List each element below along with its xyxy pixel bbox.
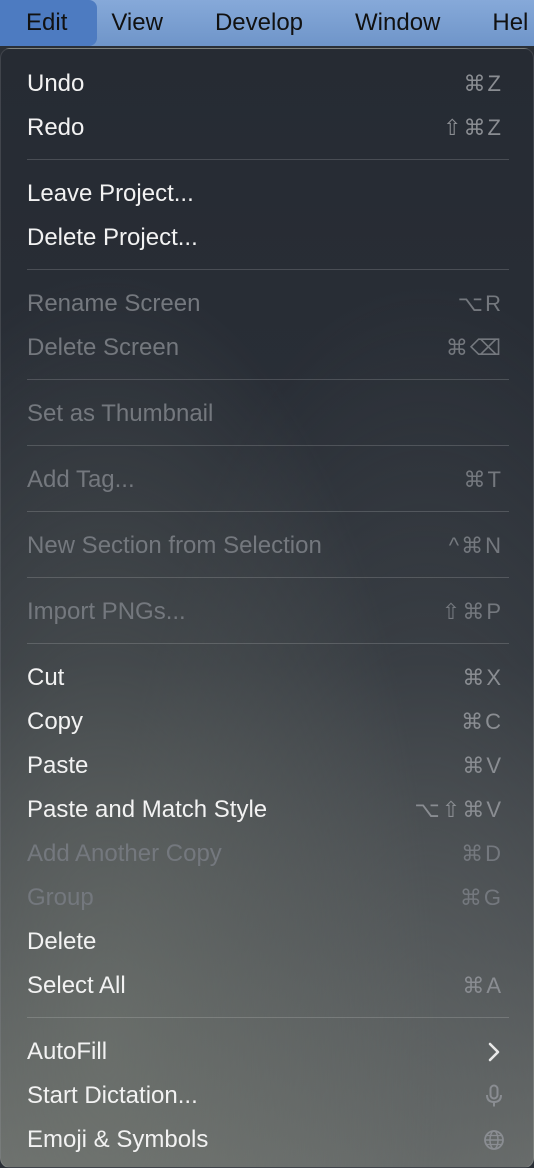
shortcut-text: ⌥R [457, 291, 503, 316]
menubar-item-view[interactable]: View [97, 0, 189, 46]
menu-item-label: Emoji & Symbols [27, 1126, 209, 1153]
shortcut-text: ⌘Z [463, 71, 503, 96]
menu-bar: Edit View Develop Window Hel [0, 0, 534, 46]
menu-item-label: Rename Screen [27, 290, 201, 317]
menu-item-cut[interactable]: Cut ⌘X [1, 656, 534, 700]
menubar-item-edit[interactable]: Edit [0, 0, 98, 46]
menu-separator [27, 511, 509, 512]
chevron-right-icon [483, 1041, 505, 1063]
menu-item-set-thumbnail: Set as Thumbnail [1, 392, 534, 436]
menu-item-paste-and-match-style[interactable]: Paste and Match Style ⌥⇧⌘V [1, 788, 534, 832]
menu-separator [27, 159, 509, 160]
menu-item-import-pngs: Import PNGs... ⇧⌘P [1, 590, 534, 634]
menu-item-label: Add Another Copy [27, 840, 222, 867]
edit-menu-dropdown: Undo ⌘Z Redo ⇧⌘Z Leave Project... Delete… [0, 48, 534, 1168]
shortcut-text: ⌘X [462, 665, 503, 690]
menu-item-label: Cut [27, 664, 65, 691]
menu-item-delete-project[interactable]: Delete Project... [1, 216, 534, 260]
menu-item-group: Group ⌘G [1, 876, 534, 920]
menu-item-label: Undo [27, 70, 85, 97]
menu-item-label: AutoFill [27, 1038, 108, 1065]
menu-item-copy[interactable]: Copy ⌘C [1, 700, 534, 744]
menu-item-add-tag: Add Tag... ⌘T [1, 458, 534, 502]
menu-separator [27, 643, 509, 644]
menu-item-add-another-copy: Add Another Copy ⌘D [1, 832, 534, 876]
globe-icon [483, 1129, 505, 1151]
menubar-label: Window [355, 9, 441, 36]
menu-item-label: Leave Project... [27, 180, 194, 207]
menu-item-label: Start Dictation... [27, 1082, 198, 1109]
microphone-icon [483, 1084, 505, 1107]
menu-separator [27, 269, 509, 270]
menu-item-label: Paste and Match Style [27, 796, 268, 823]
menu-item-label: Add Tag... [27, 466, 135, 493]
menu-item-label: Import PNGs... [27, 598, 186, 625]
menu-item-new-section: New Section from Selection ^⌘N [1, 524, 534, 568]
menu-item-label: Select All [27, 972, 126, 999]
shortcut-text: ⌘V [462, 753, 503, 778]
shortcut-text: ⌥⇧⌘V [414, 797, 503, 822]
menu-item-label: New Section from Selection [27, 532, 322, 559]
menu-item-label: Group [27, 884, 94, 911]
menu-item-label: Delete [27, 928, 97, 955]
shortcut-text: ⌘T [463, 467, 503, 492]
shortcut-text: ^⌘N [448, 533, 503, 558]
menu-item-leave-project[interactable]: Leave Project... [1, 172, 534, 216]
menu-item-emoji-symbols[interactable]: Emoji & Symbols [1, 1118, 534, 1162]
menu-separator [27, 577, 509, 578]
menu-separator [27, 379, 509, 380]
menu-item-redo[interactable]: Redo ⇧⌘Z [1, 106, 534, 150]
menubar-item-develop[interactable]: Develop [189, 0, 329, 46]
menubar-label: Develop [214, 9, 304, 36]
menu-item-label: Copy [27, 708, 84, 735]
menu-item-label: Delete Screen [27, 334, 180, 361]
menu-item-select-all[interactable]: Select All ⌘A [1, 964, 534, 1008]
menu-item-label: Delete Project... [27, 224, 198, 251]
menu-item-autofill[interactable]: AutoFill [1, 1030, 534, 1074]
shortcut-text: ⇧⌘P [441, 599, 503, 624]
menubar-item-window[interactable]: Window [329, 0, 466, 46]
menu-item-delete-screen: Delete Screen ⌘⌫ [1, 326, 534, 370]
shortcut-text: ⇧⌘Z [443, 115, 503, 140]
menu-item-label: Redo [27, 114, 85, 141]
menu-separator [27, 445, 509, 446]
shortcut-text: ⌘D [461, 841, 503, 866]
menubar-label: View [111, 9, 163, 36]
menubar-item-help[interactable]: Hel [466, 0, 534, 46]
shortcut-text: ⌘A [462, 973, 503, 998]
shortcut-text: ⌘⌫ [445, 335, 503, 360]
menu-item-paste[interactable]: Paste ⌘V [1, 744, 534, 788]
menu-item-delete[interactable]: Delete [1, 920, 534, 964]
menu-item-undo[interactable]: Undo ⌘Z [1, 62, 534, 106]
shortcut-text: ⌘C [461, 709, 503, 734]
menubar-label: Edit [26, 9, 68, 36]
menubar-label: Hel [492, 9, 529, 36]
menu-item-start-dictation[interactable]: Start Dictation... [1, 1074, 534, 1118]
menu-item-label: Paste [27, 752, 89, 779]
shortcut-text: ⌘G [459, 885, 503, 910]
menu-separator [27, 1017, 509, 1018]
menu-item-label: Set as Thumbnail [27, 400, 214, 427]
menu-item-rename-screen: Rename Screen ⌥R [1, 282, 534, 326]
